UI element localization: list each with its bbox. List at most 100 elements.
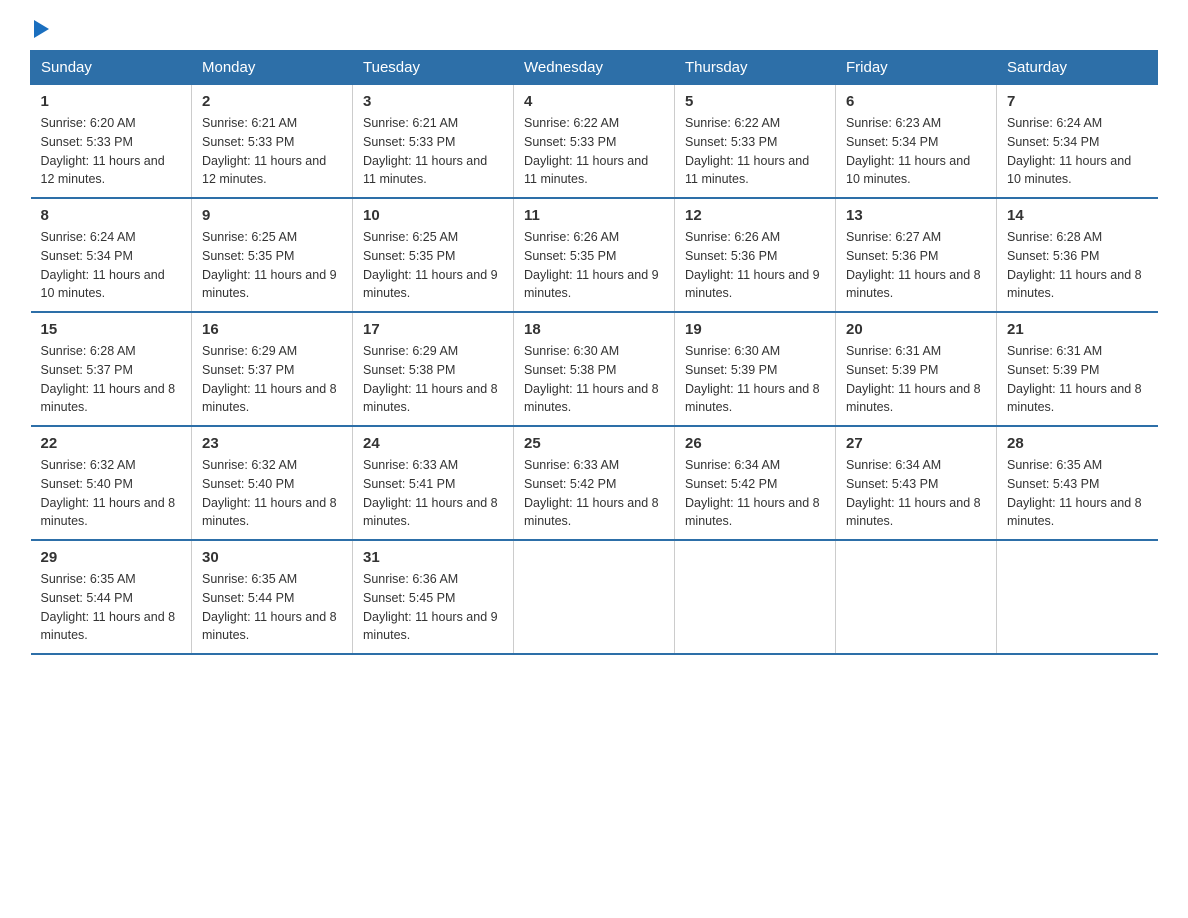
day-info: Sunrise: 6:30 AMSunset: 5:38 PMDaylight:… — [524, 342, 664, 417]
day-info: Sunrise: 6:28 AMSunset: 5:36 PMDaylight:… — [1007, 228, 1148, 303]
day-info: Sunrise: 6:29 AMSunset: 5:38 PMDaylight:… — [363, 342, 503, 417]
day-info: Sunrise: 6:35 AMSunset: 5:44 PMDaylight:… — [41, 570, 182, 645]
calendar-week-row: 1 Sunrise: 6:20 AMSunset: 5:33 PMDaylight… — [31, 85, 1158, 199]
day-info: Sunrise: 6:35 AMSunset: 5:43 PMDaylight:… — [1007, 456, 1148, 531]
day-number: 5 — [685, 93, 825, 110]
col-header-sunday: Sunday — [31, 51, 192, 85]
day-number: 4 — [524, 93, 664, 110]
day-info: Sunrise: 6:29 AMSunset: 5:37 PMDaylight:… — [202, 342, 342, 417]
calendar-cell: 1 Sunrise: 6:20 AMSunset: 5:33 PMDaylight… — [31, 85, 192, 199]
day-number: 9 — [202, 207, 342, 224]
day-info: Sunrise: 6:32 AMSunset: 5:40 PMDaylight:… — [41, 456, 182, 531]
calendar-header-row: SundayMondayTuesdayWednesdayThursdayFrid… — [31, 51, 1158, 85]
calendar-cell: 15 Sunrise: 6:28 AMSunset: 5:37 PMDayligh… — [31, 312, 192, 426]
day-info: Sunrise: 6:21 AMSunset: 5:33 PMDaylight:… — [202, 114, 342, 189]
calendar-cell: 2Sunrise: 6:21 AMSunset: 5:33 PMDaylight… — [192, 85, 353, 199]
calendar-cell: 17 Sunrise: 6:29 AMSunset: 5:38 PMDayligh… — [353, 312, 514, 426]
day-number: 6 — [846, 93, 986, 110]
day-info: Sunrise: 6:23 AMSunset: 5:34 PMDaylight:… — [846, 114, 986, 189]
day-number: 18 — [524, 321, 664, 338]
day-info: Sunrise: 6:22 AMSunset: 5:33 PMDaylight:… — [524, 114, 664, 189]
day-info: Sunrise: 6:20 AMSunset: 5:33 PMDaylight:… — [41, 114, 182, 189]
day-info: Sunrise: 6:26 AMSunset: 5:35 PMDaylight:… — [524, 228, 664, 303]
calendar-week-row: 8 Sunrise: 6:24 AMSunset: 5:34 PMDaylight… — [31, 198, 1158, 312]
calendar-cell: 9 Sunrise: 6:25 AMSunset: 5:35 PMDaylight… — [192, 198, 353, 312]
calendar-table: SundayMondayTuesdayWednesdayThursdayFrid… — [30, 50, 1158, 655]
col-header-saturday: Saturday — [997, 51, 1158, 85]
calendar-cell: 31 Sunrise: 6:36 AMSunset: 5:45 PMDayligh… — [353, 540, 514, 654]
calendar-cell: 7Sunrise: 6:24 AMSunset: 5:34 PMDaylight… — [997, 85, 1158, 199]
day-number: 15 — [41, 321, 182, 338]
calendar-cell: 14 Sunrise: 6:28 AMSunset: 5:36 PMDayligh… — [997, 198, 1158, 312]
day-number: 19 — [685, 321, 825, 338]
page-header — [30, 20, 1158, 40]
day-number: 26 — [685, 435, 825, 452]
calendar-cell: 26Sunrise: 6:34 AMSunset: 5:42 PMDayligh… — [675, 426, 836, 540]
day-info: Sunrise: 6:33 AMSunset: 5:42 PMDaylight:… — [524, 456, 664, 531]
day-number: 11 — [524, 207, 664, 224]
calendar-cell — [836, 540, 997, 654]
calendar-cell: 8 Sunrise: 6:24 AMSunset: 5:34 PMDaylight… — [31, 198, 192, 312]
day-info: Sunrise: 6:27 AMSunset: 5:36 PMDaylight:… — [846, 228, 986, 303]
calendar-cell: 13 Sunrise: 6:27 AMSunset: 5:36 PMDayligh… — [836, 198, 997, 312]
day-number: 13 — [846, 207, 986, 224]
day-info: Sunrise: 6:31 AMSunset: 5:39 PMDaylight:… — [1007, 342, 1148, 417]
col-header-friday: Friday — [836, 51, 997, 85]
calendar-cell: 6 Sunrise: 6:23 AMSunset: 5:34 PMDaylight… — [836, 85, 997, 199]
day-number: 27 — [846, 435, 986, 452]
calendar-cell: 10Sunrise: 6:25 AMSunset: 5:35 PMDayligh… — [353, 198, 514, 312]
logo-arrow-icon — [34, 20, 49, 38]
calendar-cell: 5 Sunrise: 6:22 AMSunset: 5:33 PMDaylight… — [675, 85, 836, 199]
day-info: Sunrise: 6:24 AMSunset: 5:34 PMDaylight:… — [41, 228, 182, 303]
day-info: Sunrise: 6:36 AMSunset: 5:45 PMDaylight:… — [363, 570, 503, 645]
col-header-thursday: Thursday — [675, 51, 836, 85]
day-info: Sunrise: 6:21 AMSunset: 5:33 PMDaylight:… — [363, 114, 503, 189]
calendar-cell: 22Sunrise: 6:32 AMSunset: 5:40 PMDayligh… — [31, 426, 192, 540]
calendar-cell — [514, 540, 675, 654]
day-info: Sunrise: 6:35 AMSunset: 5:44 PMDaylight:… — [202, 570, 342, 645]
day-number: 8 — [41, 207, 182, 224]
calendar-cell — [675, 540, 836, 654]
calendar-week-row: 22Sunrise: 6:32 AMSunset: 5:40 PMDayligh… — [31, 426, 1158, 540]
logo — [30, 20, 49, 40]
calendar-cell: 21 Sunrise: 6:31 AMSunset: 5:39 PMDayligh… — [997, 312, 1158, 426]
day-info: Sunrise: 6:28 AMSunset: 5:37 PMDaylight:… — [41, 342, 182, 417]
day-number: 12 — [685, 207, 825, 224]
calendar-cell: 18 Sunrise: 6:30 AMSunset: 5:38 PMDayligh… — [514, 312, 675, 426]
day-number: 3 — [363, 93, 503, 110]
calendar-cell: 19 Sunrise: 6:30 AMSunset: 5:39 PMDayligh… — [675, 312, 836, 426]
calendar-cell: 27Sunrise: 6:34 AMSunset: 5:43 PMDayligh… — [836, 426, 997, 540]
day-info: Sunrise: 6:22 AMSunset: 5:33 PMDaylight:… — [685, 114, 825, 189]
day-number: 20 — [846, 321, 986, 338]
day-info: Sunrise: 6:25 AMSunset: 5:35 PMDaylight:… — [202, 228, 342, 303]
calendar-cell — [997, 540, 1158, 654]
calendar-cell: 11 Sunrise: 6:26 AMSunset: 5:35 PMDayligh… — [514, 198, 675, 312]
calendar-week-row: 29 Sunrise: 6:35 AMSunset: 5:44 PMDayligh… — [31, 540, 1158, 654]
day-number: 21 — [1007, 321, 1148, 338]
day-info: Sunrise: 6:25 AMSunset: 5:35 PMDaylight:… — [363, 228, 503, 303]
day-info: Sunrise: 6:33 AMSunset: 5:41 PMDaylight:… — [363, 456, 503, 531]
calendar-week-row: 15 Sunrise: 6:28 AMSunset: 5:37 PMDayligh… — [31, 312, 1158, 426]
calendar-cell: 23 Sunrise: 6:32 AMSunset: 5:40 PMDayligh… — [192, 426, 353, 540]
calendar-cell: 20Sunrise: 6:31 AMSunset: 5:39 PMDayligh… — [836, 312, 997, 426]
day-number: 25 — [524, 435, 664, 452]
day-number: 29 — [41, 549, 182, 566]
col-header-tuesday: Tuesday — [353, 51, 514, 85]
day-number: 24 — [363, 435, 503, 452]
day-number: 1 — [41, 93, 182, 110]
calendar-cell: 25 Sunrise: 6:33 AMSunset: 5:42 PMDayligh… — [514, 426, 675, 540]
day-number: 31 — [363, 549, 503, 566]
calendar-cell: 4 Sunrise: 6:22 AMSunset: 5:33 PMDaylight… — [514, 85, 675, 199]
day-number: 23 — [202, 435, 342, 452]
day-info: Sunrise: 6:26 AMSunset: 5:36 PMDaylight:… — [685, 228, 825, 303]
calendar-cell: 3 Sunrise: 6:21 AMSunset: 5:33 PMDaylight… — [353, 85, 514, 199]
day-info: Sunrise: 6:30 AMSunset: 5:39 PMDaylight:… — [685, 342, 825, 417]
day-number: 17 — [363, 321, 503, 338]
day-number: 14 — [1007, 207, 1148, 224]
calendar-cell: 12 Sunrise: 6:26 AMSunset: 5:36 PMDayligh… — [675, 198, 836, 312]
day-info: Sunrise: 6:32 AMSunset: 5:40 PMDaylight:… — [202, 456, 342, 531]
day-number: 28 — [1007, 435, 1148, 452]
day-number: 30 — [202, 549, 342, 566]
col-header-monday: Monday — [192, 51, 353, 85]
calendar-cell: 30 Sunrise: 6:35 AMSunset: 5:44 PMDayligh… — [192, 540, 353, 654]
